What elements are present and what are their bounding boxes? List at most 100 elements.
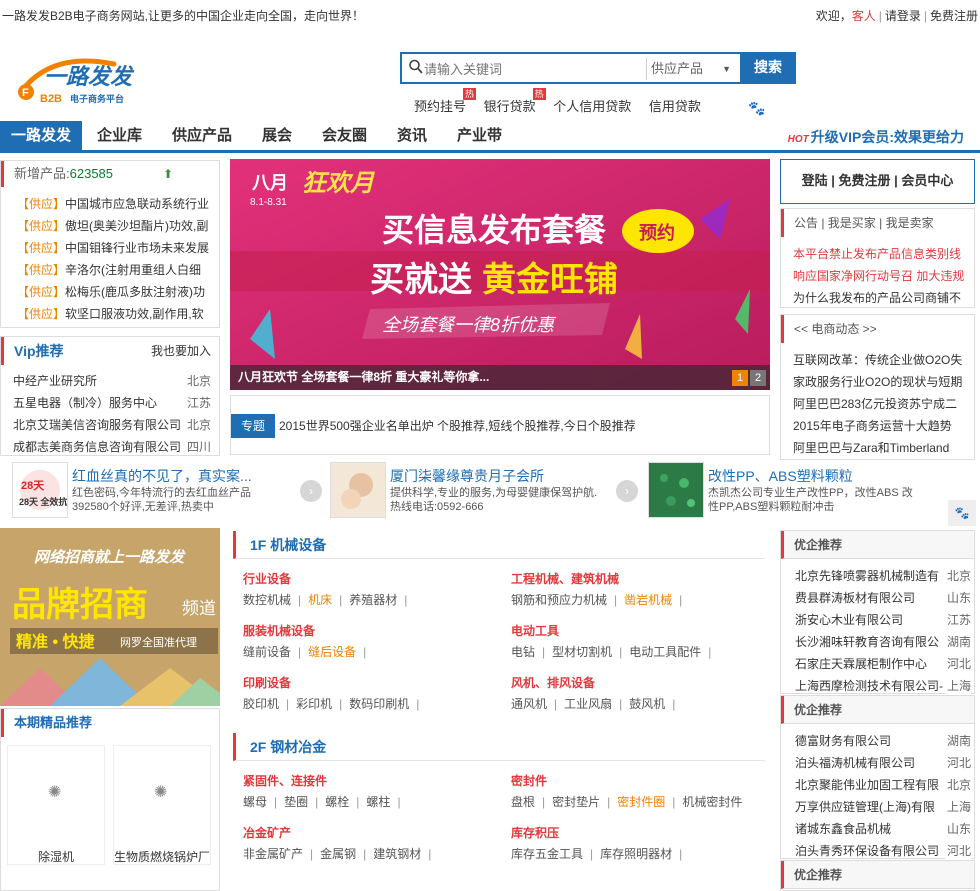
brand-recruit-banner[interactable]: 网络招商就上一路发发 品牌招商 频道 精准 • 快捷 网罗全国准代理 [0, 528, 220, 706]
category-link[interactable]: 螺母 [243, 795, 267, 809]
list-item[interactable]: 北京先锋喷雾器机械制造有 北京 [795, 565, 971, 587]
category-link[interactable]: 非金属矿产 [243, 847, 303, 861]
search-button[interactable]: 搜索 [740, 52, 796, 84]
category-title[interactable]: 冶金矿产 [243, 823, 503, 843]
list-item[interactable]: 诸城东鑫食品机械 山东 [795, 818, 971, 840]
category-link[interactable]: 胶印机 [243, 697, 279, 711]
list-item[interactable]: 长沙湘味轩教育咨询有限公 湖南 [795, 631, 971, 653]
promo-banner[interactable]: 八月 狂欢月 8.1-8.31 买信息发布套餐 预约 买就送 黄金旺铺 全场套餐… [230, 159, 770, 390]
nav-item-home[interactable]: 一路发发 [0, 121, 82, 150]
category-link[interactable]: 通风机 [511, 697, 547, 711]
register-button[interactable]: 免费注册 [838, 173, 890, 188]
nav-item-expo[interactable]: 展会 [262, 121, 292, 150]
category-title[interactable]: 密封件 [511, 771, 771, 791]
list-item[interactable]: 【供应】松梅乐(鹿瓜多肽注射液)功 [17, 281, 213, 303]
category-link[interactable]: 电钻 [511, 645, 535, 659]
floor-title[interactable]: 1F 机械设备 [233, 531, 765, 559]
category-link[interactable]: 螺栓 [325, 795, 349, 809]
notice-tabs[interactable]: 公告 | 我是买家 | 我是卖家 [781, 209, 974, 237]
category-link[interactable]: 库存照明器材 [600, 847, 672, 861]
category-link[interactable]: 库存五金工具 [511, 847, 583, 861]
list-item[interactable]: 【供应】中国城市应急联动系统行业 [17, 193, 213, 215]
category-link[interactable]: 工业风扇 [564, 697, 612, 711]
list-item[interactable]: 家政服务行业O2O的现状与短期 [793, 371, 973, 393]
nav-item-circle[interactable]: 会友圈 [322, 121, 367, 150]
product-card[interactable]: ✺ 除湿机 [7, 745, 105, 865]
category-title[interactable]: 工程机械、建筑机械 [511, 569, 771, 589]
list-item[interactable]: 【供应】辛洛尔(注射用重组人白细 [17, 259, 213, 281]
list-item[interactable]: 费县群涛板材有限公司 山东 [795, 587, 971, 609]
list-item[interactable]: 2015年电子商务运营十大趋势 [793, 415, 973, 437]
list-item[interactable]: 互联网改革：传统企业做O2O失 [793, 349, 973, 371]
category-link[interactable]: 机床 [308, 593, 332, 607]
login-link[interactable]: 请登录 [885, 9, 921, 23]
list-item[interactable]: 【供应】软坚口服液功效,副作用,软 [17, 303, 213, 325]
category-link[interactable]: 鼓风机 [629, 697, 665, 711]
category-title[interactable]: 风机、排风设备 [511, 673, 771, 693]
list-item[interactable]: 中经产业研究所 北京 [13, 370, 211, 392]
category-link[interactable]: 数控机械 [243, 593, 291, 607]
list-item[interactable]: 【供应】中国钼锋行业市场未来发展 [17, 237, 213, 259]
category-link[interactable]: 彩印机 [296, 697, 332, 711]
list-item[interactable]: 北京艾瑞美信咨询服务有限公司 北京 [13, 414, 211, 436]
ad-title[interactable]: 改性PP、ABS塑料颗粒 [708, 466, 853, 486]
category-link[interactable]: 缝后设备 [308, 645, 356, 659]
search-input[interactable] [424, 56, 644, 82]
nav-item-companies[interactable]: 企业库 [97, 121, 142, 150]
banner-page-2[interactable]: 2 [750, 370, 766, 386]
category-link[interactable]: 数码印刷机 [349, 697, 409, 711]
category-link[interactable]: 机械密封件 [682, 795, 742, 809]
list-item[interactable]: 泊头青秀环保设备有限公司 河北 [795, 840, 971, 862]
ad-item[interactable]: 厦门柒馨缘尊贵月子会所 提供科学,专业的服务,为母婴健康保驾护航. 热线电话:0… [330, 462, 640, 520]
member-center-button[interactable]: 会员中心 [901, 173, 953, 188]
notice-line[interactable]: 响应国家净网行动号召 加大违规 [793, 265, 973, 287]
list-item[interactable]: 北京聚能伟业加固工程有限 北京 [795, 774, 971, 796]
category-link[interactable]: 密封件圈 [617, 795, 665, 809]
category-title[interactable]: 行业设备 [243, 569, 503, 589]
category-link[interactable]: 密封垫片 [552, 795, 600, 809]
paw-icon[interactable]: 🐾 [948, 500, 976, 526]
hot-link[interactable]: 个人信用贷款 [553, 96, 631, 115]
list-item[interactable]: 阿里巴巴283亿元投资苏宁成二 [793, 393, 973, 415]
notice-line[interactable]: 为什么我发布的产品公司商铺不 [793, 287, 973, 309]
paw-icon[interactable]: 🐾 [748, 100, 765, 117]
category-link[interactable]: 垫圈 [284, 795, 308, 809]
category-title[interactable]: 库存积压 [511, 823, 771, 843]
hot-link[interactable]: 银行贷款热 [484, 88, 546, 115]
hot-link[interactable]: 预约挂号热 [414, 88, 477, 115]
hot-link[interactable]: 信用贷款 [649, 96, 701, 115]
site-logo[interactable]: F 一路发发 B2B 电子商务平台 [14, 50, 154, 110]
floor-title[interactable]: 2F 钢材冶金 [233, 733, 765, 761]
nav-item-industry[interactable]: 产业带 [457, 121, 502, 150]
ad-item[interactable]: 28天28天 全效抗红 红血丝真的不见了，真实案... 红色密码,今年特流行的去… [12, 462, 324, 520]
category-link[interactable]: 盘根 [511, 795, 535, 809]
login-button[interactable]: 登陆 [802, 173, 828, 188]
product-card[interactable]: ✺ 生物质燃烧锅炉厂 [113, 745, 211, 865]
category-link[interactable]: 建筑钢材 [373, 847, 421, 861]
ad-item[interactable]: 改性PP、ABS塑料颗粒 杰凯杰公司专业生产改性PP，改性ABS 改 性PP,A… [648, 462, 948, 520]
search-category-select[interactable]: 供应产品 ▼ [646, 58, 741, 80]
category-title[interactable]: 电动工具 [511, 621, 771, 641]
ad-title[interactable]: 红血丝真的不见了，真实案... [72, 466, 252, 486]
category-title[interactable]: 服装机械设备 [243, 621, 503, 641]
category-link[interactable]: 电动工具配件 [629, 645, 701, 659]
list-item[interactable]: 泊头福涛机械有限公司 河北 [795, 752, 971, 774]
list-item[interactable]: 万享供应链管理(上海)有限 上海 [795, 796, 971, 818]
category-link[interactable]: 螺柱 [366, 795, 390, 809]
category-link[interactable]: 凿岩机械 [624, 593, 672, 607]
join-vip-link[interactable]: 我也要加入 [151, 337, 211, 365]
list-item[interactable]: 德富财务有限公司 湖南 [795, 730, 971, 752]
notice-line[interactable]: 本平台禁止发布产品信息类别线 [793, 243, 973, 265]
category-link[interactable]: 养殖器材 [349, 593, 397, 607]
chevron-right-icon[interactable]: › [300, 480, 322, 502]
nav-item-news[interactable]: 资讯 [397, 121, 427, 150]
register-link[interactable]: 免费注册 [930, 9, 978, 23]
nav-item-supply[interactable]: 供应产品 [172, 121, 232, 150]
list-item[interactable]: 上海西摩检测技术有限公司- 上海 [795, 675, 971, 697]
category-link[interactable]: 钢筋和预应力机械 [511, 593, 607, 607]
list-item[interactable]: 石家庄天霖展柜制作中心 河北 [795, 653, 971, 675]
list-item[interactable]: 阿里巴巴与Zara和Timberland [793, 437, 973, 459]
ad-title[interactable]: 厦门柒馨缘尊贵月子会所 [390, 466, 544, 486]
category-title[interactable]: 印刷设备 [243, 673, 503, 693]
list-item[interactable]: 浙安心木业有限公司 江苏 [795, 609, 971, 631]
